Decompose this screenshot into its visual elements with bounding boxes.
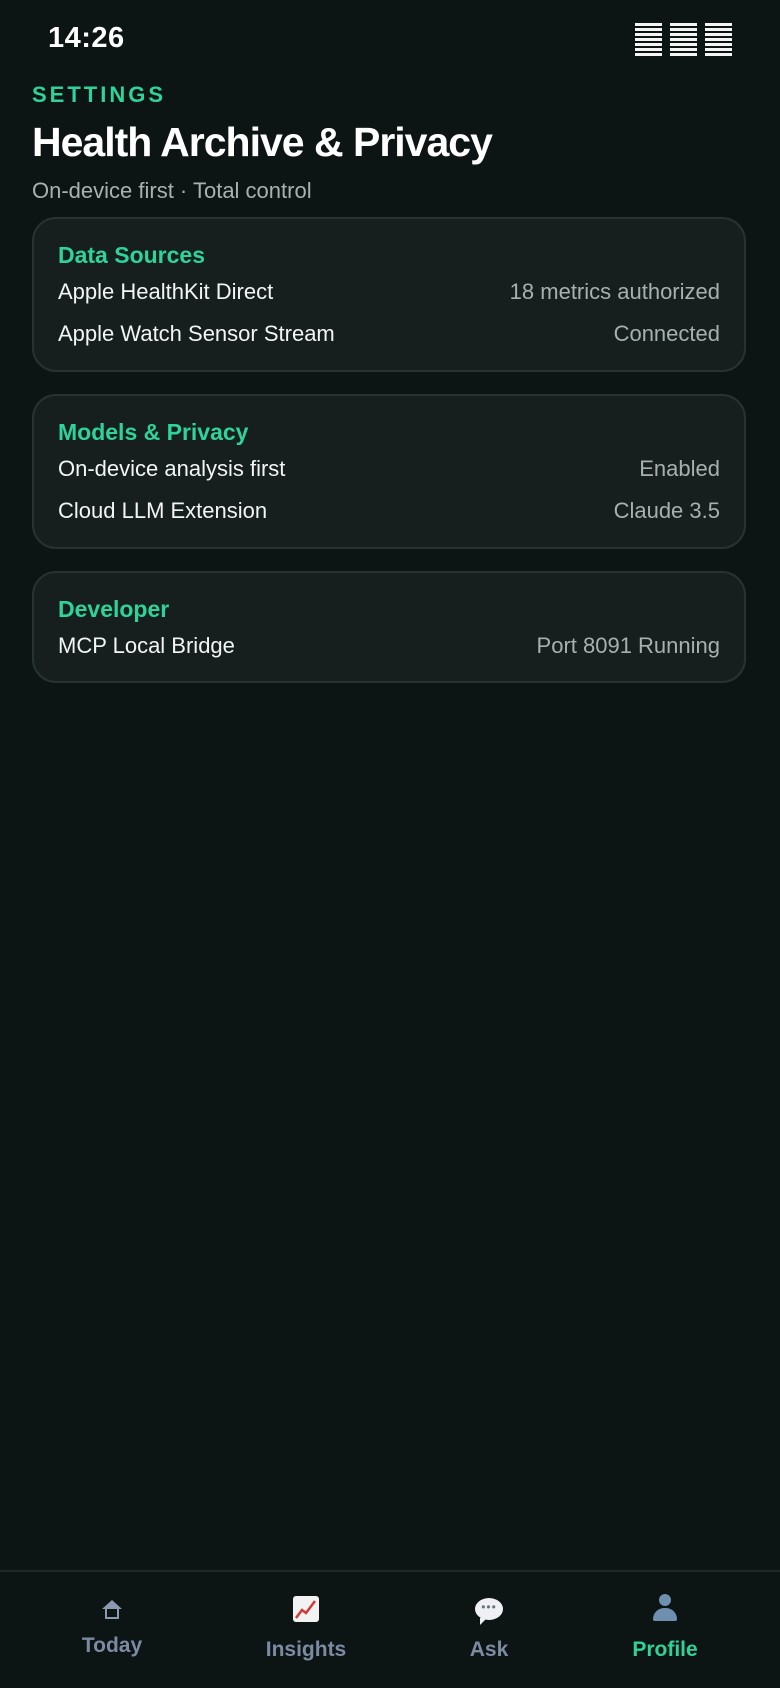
- setting-value: Enabled: [639, 456, 720, 481]
- tab-label: Today: [81, 1634, 143, 1657]
- wifi-icon: [670, 23, 697, 57]
- tab-label: Ask: [469, 1638, 509, 1661]
- status-time: 14:26: [48, 22, 125, 54]
- tab-ask[interactable]: ••• Ask: [409, 1572, 569, 1688]
- card-title: Data Sources: [58, 242, 206, 268]
- battery-icon: [705, 23, 732, 57]
- page-header: SETTINGS Health Archive & Privacy On-dev…: [32, 80, 748, 206]
- section-eyebrow: SETTINGS: [32, 82, 167, 107]
- setting-label: On-device analysis first: [58, 456, 286, 481]
- person-icon: [585, 1592, 745, 1626]
- setting-row-cloud-llm[interactable]: Cloud LLM Extension Claude 3.5: [58, 490, 720, 532]
- setting-row-on-device-analysis[interactable]: On-device analysis first Enabled: [58, 448, 720, 490]
- page-subtitle: On-device first · Total control: [32, 178, 312, 203]
- setting-value: 18 metrics authorized: [509, 279, 720, 304]
- setting-label: Apple Watch Sensor Stream: [58, 321, 335, 346]
- status-bar: 14:26: [0, 0, 780, 82]
- setting-row-mcp-bridge[interactable]: MCP Local Bridge Port 8091 Running: [58, 625, 720, 667]
- models-privacy-card: Models & Privacy On-device analysis firs…: [32, 394, 746, 549]
- home-icon: [32, 1592, 192, 1626]
- setting-value: Port 8091 Running: [536, 633, 720, 658]
- bottom-tab-bar: Today Insights ••• Ask Profile: [0, 1570, 780, 1688]
- developer-card: Developer MCP Local Bridge Port 8091 Run…: [32, 571, 746, 683]
- chart-icon: [226, 1592, 386, 1626]
- data-sources-card: Data Sources Apple HealthKit Direct 18 m…: [32, 217, 746, 372]
- setting-label: MCP Local Bridge: [58, 633, 235, 658]
- signal-icon: [635, 23, 662, 57]
- chat-bubble-icon: •••: [409, 1592, 569, 1626]
- setting-value: Connected: [613, 321, 720, 346]
- tab-insights[interactable]: Insights: [226, 1572, 386, 1688]
- setting-value: Claude 3.5: [613, 498, 720, 523]
- tab-label: Insights: [265, 1638, 347, 1661]
- setting-row-watch-sensor[interactable]: Apple Watch Sensor Stream Connected: [58, 313, 720, 355]
- tab-profile[interactable]: Profile: [585, 1572, 745, 1688]
- status-icons: [635, 23, 732, 57]
- setting-label: Cloud LLM Extension: [58, 498, 268, 523]
- tab-label: Profile: [632, 1638, 698, 1661]
- tab-today[interactable]: Today: [32, 1572, 192, 1688]
- card-title: Developer: [58, 596, 170, 622]
- page-title: Health Archive & Privacy: [32, 119, 493, 165]
- setting-row-healthkit[interactable]: Apple HealthKit Direct 18 metrics author…: [58, 271, 720, 313]
- setting-label: Apple HealthKit Direct: [58, 279, 274, 304]
- card-title: Models & Privacy: [58, 419, 249, 445]
- settings-screen: 14:26 SETTINGS Health Archive & Privacy …: [0, 0, 780, 1688]
